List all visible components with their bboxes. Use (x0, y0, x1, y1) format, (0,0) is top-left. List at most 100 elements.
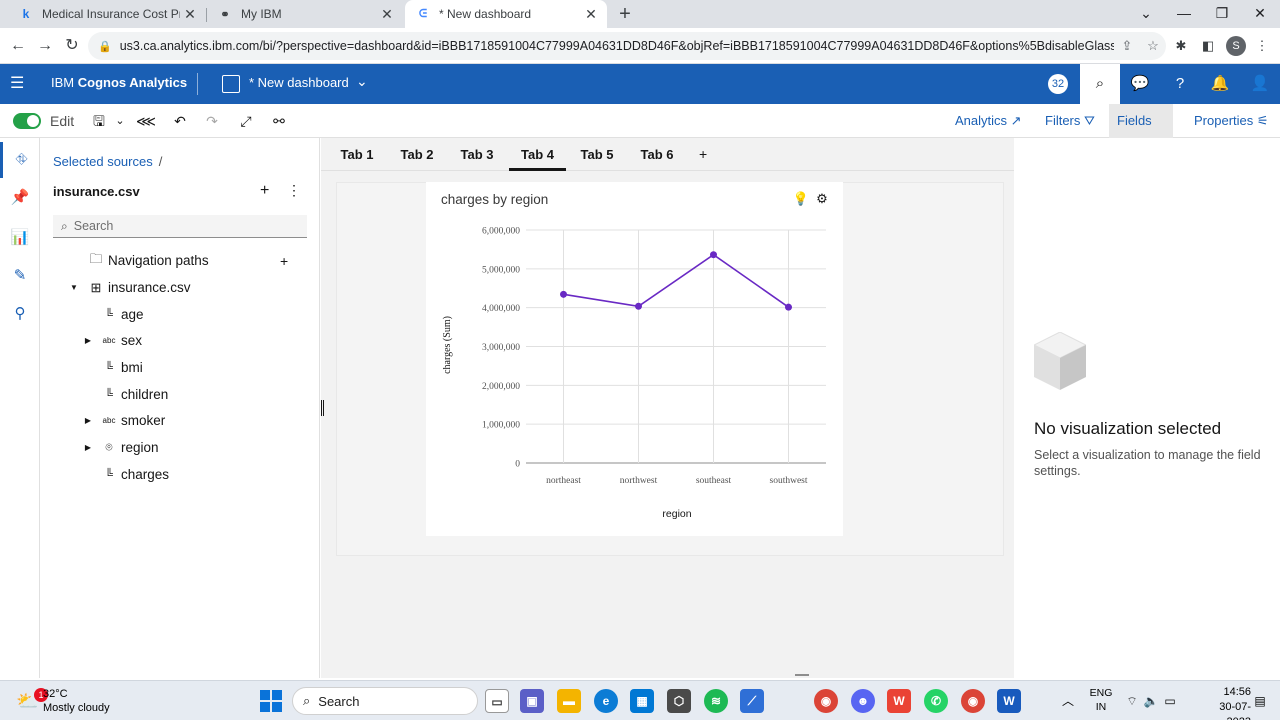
header-search-icon[interactable]: ⌕ (1080, 64, 1120, 104)
app-icon[interactable]: ⬡ (667, 689, 691, 713)
discord-icon[interactable]: ☻ (851, 689, 875, 713)
teams-icon[interactable]: ▣ (520, 689, 544, 713)
add-source-plus-icon[interactable]: + (260, 182, 269, 200)
windows-start-icon[interactable] (260, 690, 282, 712)
url-field[interactable]: 🔒 us3.ca.analytics.ibm.com/bi/?perspecti… (88, 32, 1166, 60)
tree-item-children[interactable]: ╚ children (40, 381, 320, 408)
tray-chevron-up-icon[interactable]: ︿ (1060, 681, 1076, 720)
share-icon[interactable]: ⋘ (135, 110, 157, 132)
visualization-card[interactable]: charges by region 💡 ⚙ 0 1,000,000 2,000,00… (426, 182, 843, 536)
browser-tab-medical-insurance[interactable]: k Medical Insurance Cost Predictio ✕ (8, 0, 206, 28)
tab-1[interactable]: Tab 1 (338, 138, 376, 171)
tree-item-insurance-csv[interactable]: ▼ ⊞ insurance.csv (40, 274, 320, 301)
tab-3[interactable]: Tab 3 (458, 138, 496, 171)
whatsapp-icon[interactable]: ✆ (924, 689, 948, 713)
bookmark-star-icon[interactable]: ☆ (1140, 38, 1166, 54)
data-point[interactable] (785, 303, 792, 311)
taskbar-clock[interactable]: 14:56 30-07-2023 (1203, 685, 1251, 720)
extensions-puzzle-icon[interactable]: ✱ (1171, 36, 1191, 56)
fullscreen-expand-icon[interactable]: ⤢ (235, 110, 257, 132)
tree-item-region[interactable]: ▶ ⌾ region (40, 434, 320, 461)
tab-search-chevron-icon[interactable]: ⌄ (1127, 0, 1165, 28)
panel-resize-handle[interactable] (321, 400, 324, 416)
wps-office-icon[interactable]: W (887, 689, 911, 713)
data-point[interactable] (710, 251, 717, 259)
edit-mode-toggle[interactable] (13, 113, 41, 129)
close-tab-icon[interactable]: ✕ (180, 6, 200, 23)
tab-fields[interactable]: Fields ▤ (1109, 104, 1173, 162)
data-sources-icon[interactable]: ⛗ (0, 142, 40, 178)
close-tab-icon[interactable]: ✕ (581, 6, 601, 23)
file-explorer-icon[interactable]: ▬ (557, 689, 581, 713)
new-tab-plus-icon[interactable]: + (613, 2, 637, 26)
data-point[interactable] (635, 302, 642, 310)
bottom-resize-handle[interactable] (795, 674, 809, 676)
spotify-icon[interactable]: ≋ (704, 689, 728, 713)
pin-icon[interactable]: 📌 (0, 180, 40, 216)
caret-right-icon[interactable]: ▶ (83, 416, 93, 425)
dashboard-chevron-down-icon[interactable]: ⌄ (356, 73, 368, 90)
task-view-icon[interactable]: ▭ (485, 689, 509, 713)
close-window-icon[interactable]: ✕ (1241, 0, 1279, 28)
save-icon[interactable]: 🖫 (88, 110, 110, 132)
browser-tab-new-dashboard[interactable]: ᕮ * New dashboard ✕ (405, 0, 607, 28)
assistant-chat-icon[interactable]: 💬 (1120, 64, 1160, 104)
close-tab-icon[interactable]: ✕ (377, 6, 397, 23)
wifi-icon[interactable]: ⌔ (1124, 681, 1140, 720)
tree-item-navigation-paths[interactable]: 🗀 Navigation paths + (40, 247, 320, 274)
source-more-options-icon[interactable]: ⋮ (287, 182, 301, 199)
language-indicator[interactable]: ENG IN (1088, 686, 1114, 714)
notification-center-icon[interactable]: ▤ (1252, 681, 1268, 720)
tree-item-bmi[interactable]: ╚ bmi (40, 354, 320, 381)
caret-right-icon[interactable]: ▶ (83, 443, 93, 452)
chrome-icon[interactable]: ◉ (814, 689, 838, 713)
tab-6[interactable]: Tab 6 (638, 138, 676, 171)
caret-right-icon[interactable]: ▶ (83, 336, 93, 345)
data-point[interactable] (560, 290, 567, 298)
tab-filters[interactable]: Filters ⛛ (1037, 104, 1103, 138)
insights-icon[interactable]: ⚲ (0, 296, 40, 332)
notifications-bell-icon[interactable]: 🔔 (1200, 64, 1240, 104)
tab-5[interactable]: Tab 5 (578, 138, 616, 171)
browser-tab-my-ibm[interactable]: ⚭ My IBM ✕ (207, 0, 403, 28)
add-tab-plus-icon[interactable]: + (699, 138, 707, 171)
add-navigation-path-plus-icon[interactable]: + (280, 253, 288, 269)
taskbar-search[interactable]: ⌕ Search (292, 687, 478, 715)
side-panel-icon[interactable]: ◧ (1198, 36, 1218, 56)
word-icon[interactable]: W (997, 689, 1021, 713)
undo-icon[interactable]: ↶ (169, 110, 191, 132)
powerautomate-icon[interactable]: ⟋ (740, 689, 764, 713)
save-chevron-down-icon[interactable]: ⌄ (109, 110, 131, 132)
edge-icon[interactable]: e (594, 689, 618, 713)
tab-4[interactable]: Tab 4 (509, 138, 566, 171)
hamburger-menu-icon[interactable]: ☰ (10, 74, 26, 94)
tree-item-smoker[interactable]: ▶ abc smoker (40, 407, 320, 434)
microsoft-store-icon[interactable]: ▦ (630, 689, 654, 713)
back-arrow-icon[interactable]: ← (6, 34, 30, 58)
caret-down-icon[interactable]: ▼ (69, 283, 79, 292)
notification-count-badge[interactable]: 32 (1048, 74, 1068, 94)
user-profile-icon[interactable]: 👤 (1240, 64, 1280, 104)
browser-menu-icon[interactable]: ⋮ (1252, 36, 1272, 56)
breadcrumb-selected-sources[interactable]: Selected sources (53, 154, 153, 169)
forward-arrow-icon[interactable]: → (33, 34, 57, 58)
help-icon[interactable]: ? (1160, 64, 1200, 104)
volume-icon[interactable]: 🔈 (1143, 681, 1159, 720)
tree-item-sex[interactable]: ▶ abc sex (40, 327, 320, 354)
tab-2[interactable]: Tab 2 (398, 138, 436, 171)
tab-properties[interactable]: Properties ⚟ (1186, 104, 1277, 138)
minimize-icon[interactable]: — (1165, 0, 1203, 28)
reload-icon[interactable]: ↻ (60, 34, 84, 58)
share-icon[interactable]: ⇪ (1114, 38, 1140, 54)
dashboard-name[interactable]: * New dashboard (249, 75, 349, 90)
tree-item-charges[interactable]: ╚ charges (40, 461, 320, 488)
relationships-icon[interactable]: ⚯ (268, 110, 290, 132)
battery-icon[interactable]: ▭ (1162, 681, 1178, 720)
chrome-profile-icon[interactable]: ◉ (961, 689, 985, 713)
field-search-input[interactable] (73, 219, 307, 233)
maximize-icon[interactable]: ❐ (1203, 0, 1241, 28)
widgets-icon[interactable]: ✎ (0, 258, 40, 294)
profile-avatar[interactable]: S (1226, 36, 1246, 56)
weather-widget[interactable]: ⛅ 1 32°C Mostly cloudy (10, 685, 150, 717)
tree-item-age[interactable]: ╚ age (40, 301, 320, 328)
